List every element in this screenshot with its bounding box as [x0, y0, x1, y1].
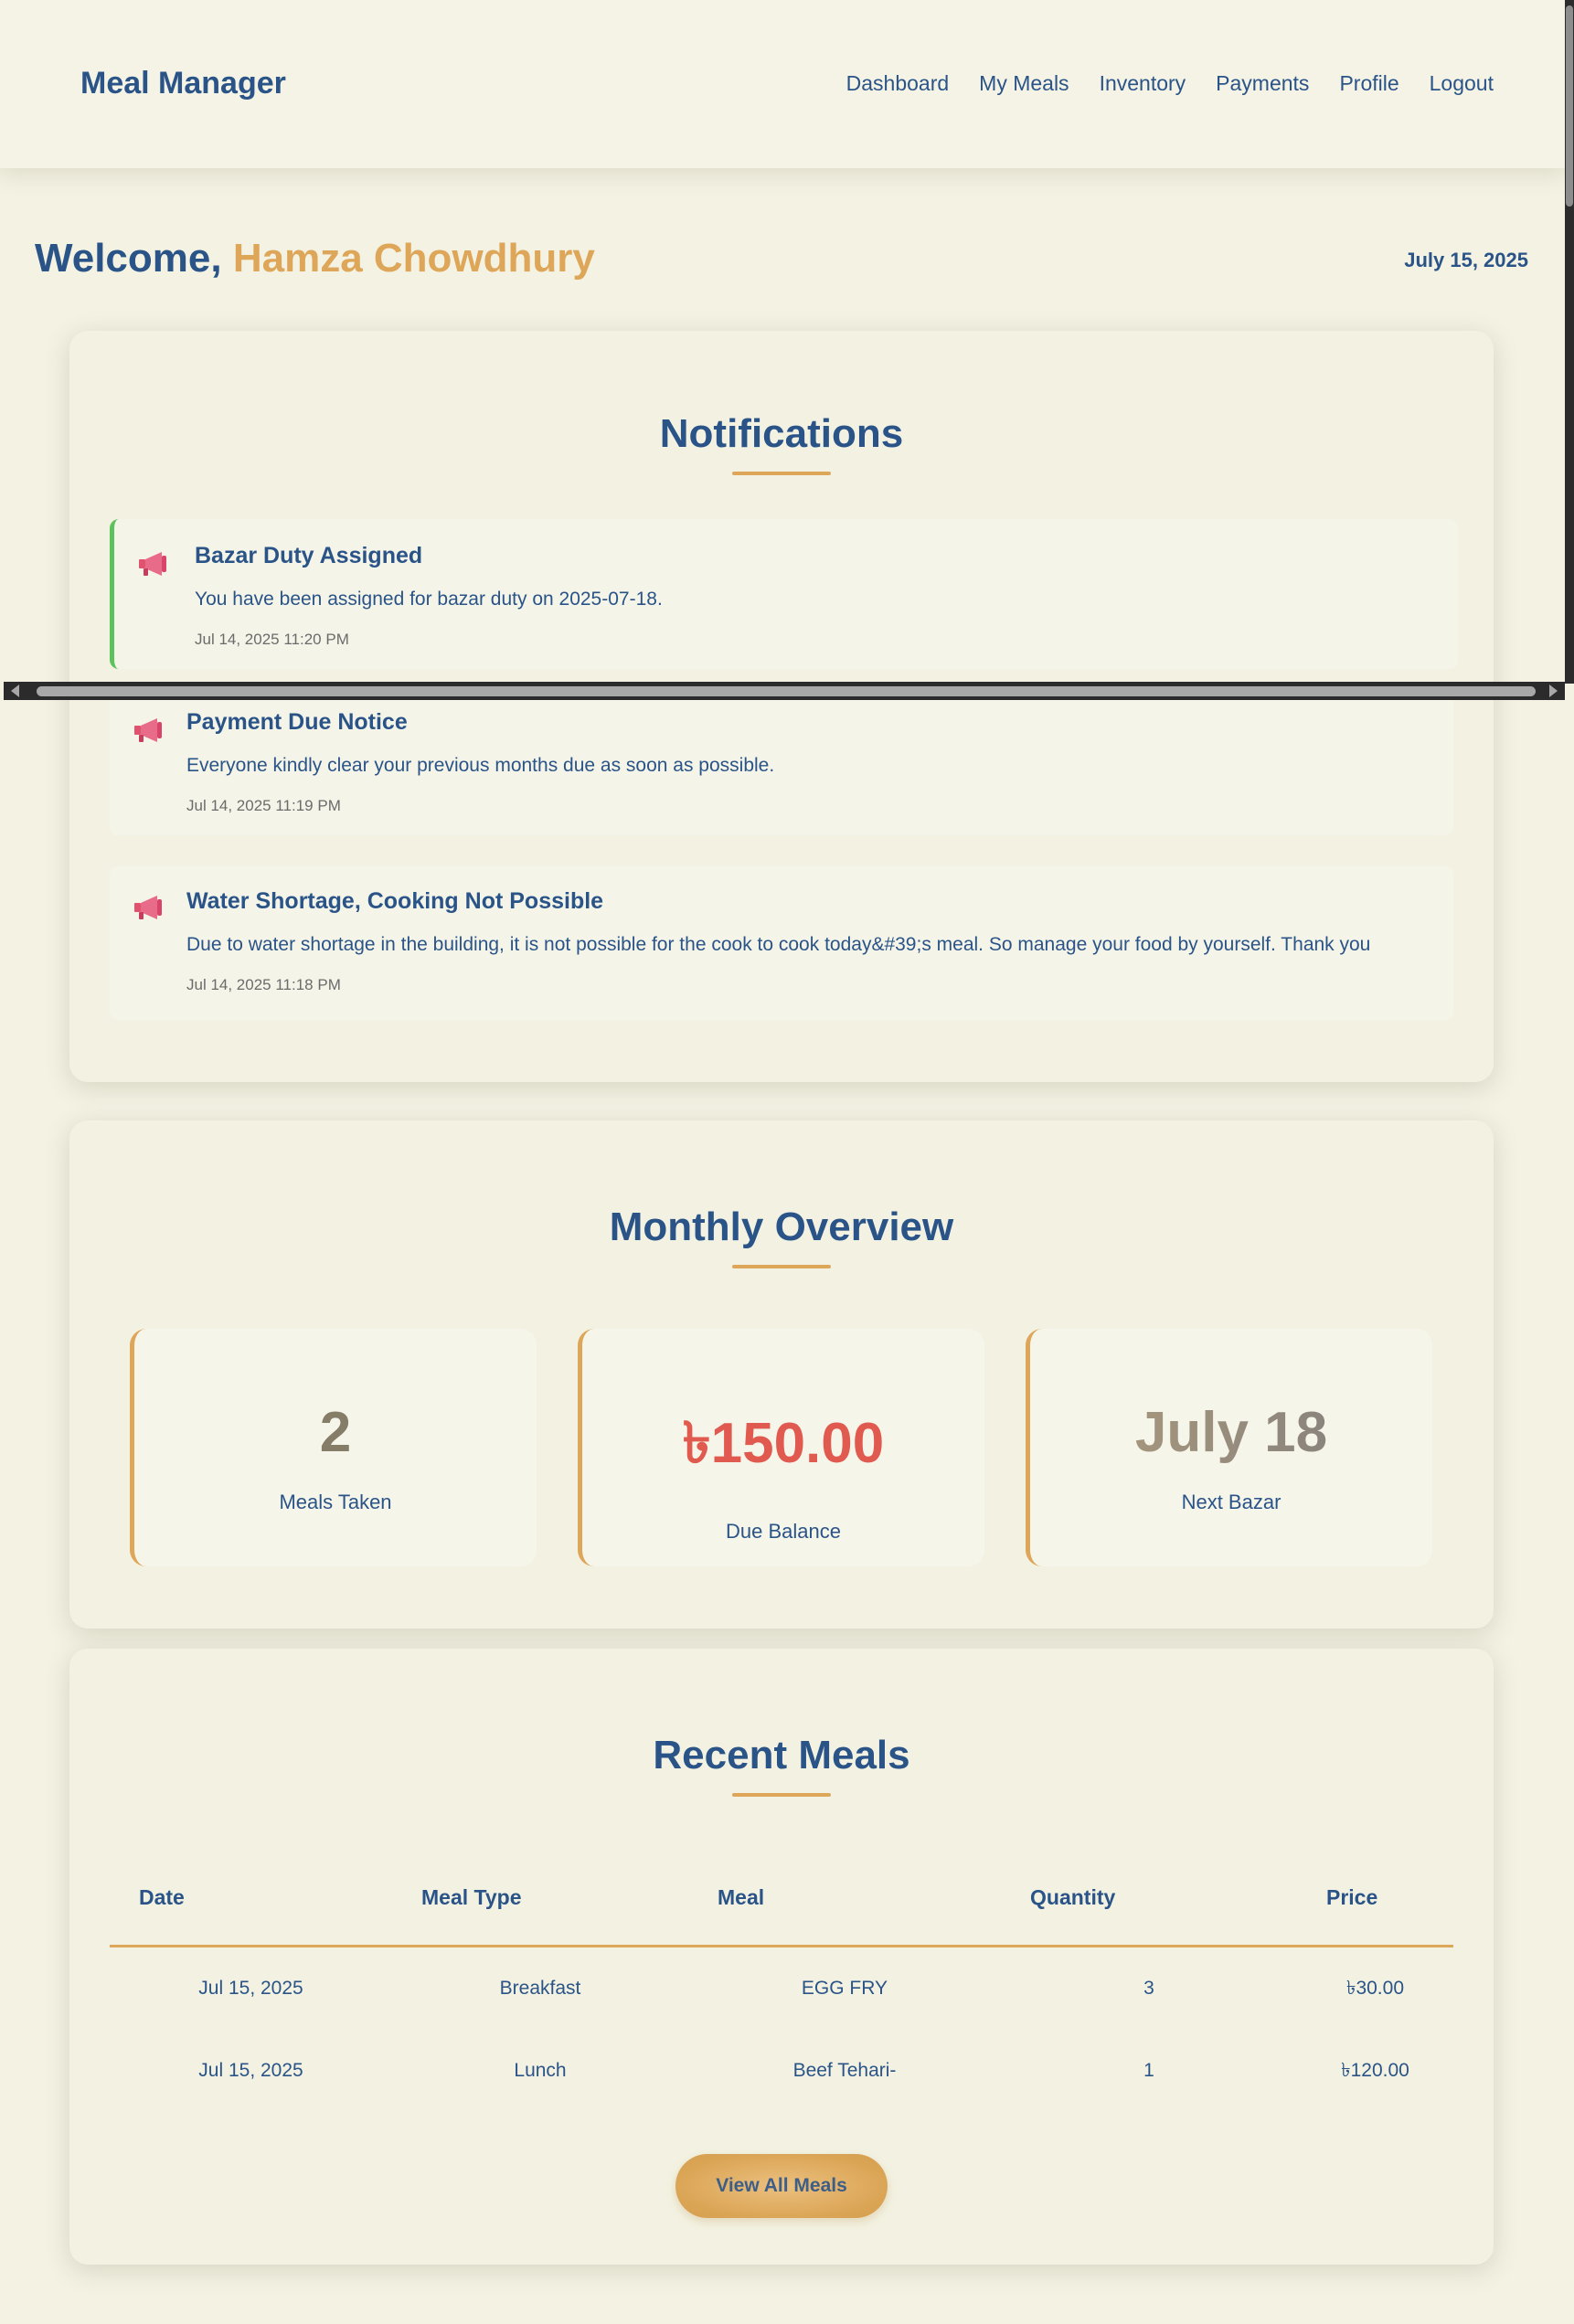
- vertical-scrollbar-thumb[interactable]: [1566, 5, 1573, 207]
- nav-profile[interactable]: Profile: [1339, 71, 1399, 96]
- recent-meals-card: Recent Meals Date Meal Type Meal Quantit…: [69, 1649, 1494, 2265]
- title-underline: [732, 1265, 831, 1268]
- welcome-greeting: Welcome,: [35, 236, 222, 281]
- notifications-card: Notifications Bazar Duty Assigned You ha…: [69, 331, 1494, 1082]
- cell-meal: EGG FRY: [801, 1978, 888, 1999]
- stat-next-bazar: July 18 Next Bazar: [1026, 1329, 1432, 1566]
- stat-label: Meals Taken: [279, 1491, 392, 1513]
- notification-title: Bazar Duty Assigned: [195, 543, 423, 568]
- user-name: Hamza Chowdhury: [232, 236, 595, 281]
- overview-title: Monthly Overview: [609, 1204, 954, 1249]
- cell-meal-type: Breakfast: [499, 1978, 581, 1999]
- cell-quantity: 1: [1143, 2060, 1154, 2081]
- horizontal-scrollbar-thumb[interactable]: [37, 686, 1536, 696]
- cell-quantity: 3: [1143, 1978, 1154, 1999]
- stat-value: 2: [319, 1401, 352, 1464]
- brand-logo[interactable]: Meal Manager: [80, 66, 286, 101]
- title-underline: [732, 1793, 831, 1797]
- horizontal-scrollbar[interactable]: [4, 682, 1565, 700]
- recent-meals-table: Date Meal Type Meal Quantity Price Jul 1…: [110, 1850, 1453, 2112]
- cell-meal-type: Lunch: [514, 2060, 567, 2081]
- nav-my-meals[interactable]: My Meals: [979, 71, 1069, 96]
- scroll-left-arrow-icon[interactable]: [11, 684, 19, 697]
- stat-meals-taken: 2 Meals Taken: [130, 1329, 537, 1566]
- notification-item[interactable]: Bazar Duty Assigned You have been assign…: [110, 519, 1458, 669]
- nav-logout[interactable]: Logout: [1430, 71, 1494, 96]
- scroll-right-arrow-icon[interactable]: [1549, 684, 1558, 697]
- stat-value: ৳150.00: [682, 1412, 885, 1475]
- column-header-price: Price: [1297, 1850, 1453, 1947]
- notifications-title: Notifications: [659, 411, 904, 456]
- megaphone-icon: [139, 552, 166, 576]
- top-navbar: Meal Manager Dashboard My Meals Inventor…: [0, 0, 1565, 168]
- current-date: July 15, 2025: [1404, 249, 1528, 271]
- notification-time: Jul 14, 2025 11:20 PM: [195, 631, 349, 648]
- view-all-meals-button[interactable]: View All Meals: [675, 2154, 888, 2218]
- cell-price: ৳120.00: [1341, 2059, 1409, 2081]
- column-header-meal-type: Meal Type: [392, 1850, 688, 1947]
- vertical-scrollbar[interactable]: [1565, 0, 1574, 684]
- notification-time: Jul 14, 2025 11:19 PM: [186, 797, 341, 814]
- title-underline: [732, 472, 831, 475]
- notification-message: You have been assigned for bazar duty on…: [195, 589, 663, 610]
- main-nav: Dashboard My Meals Inventory Payments Pr…: [846, 71, 1494, 96]
- monthly-overview-card: Monthly Overview 2 Meals Taken ৳150.00 D…: [69, 1120, 1494, 1629]
- recent-meals-title: Recent Meals: [653, 1733, 910, 1777]
- cell-date: Jul 15, 2025: [198, 2060, 303, 2081]
- table-row: Jul 15, 2025 Lunch Beef Tehari- 1 ৳120.0…: [110, 2030, 1453, 2112]
- column-header-quantity: Quantity: [1001, 1850, 1297, 1947]
- cell-price: ৳30.00: [1345, 1977, 1404, 1999]
- stat-label: Next Bazar: [1181, 1491, 1282, 1513]
- megaphone-icon: [134, 718, 162, 742]
- table-row: Jul 15, 2025 Breakfast EGG FRY 3 ৳30.00: [110, 1947, 1453, 2031]
- welcome-heading: Welcome, Hamza Chowdhury: [35, 236, 595, 281]
- table-header-row: Date Meal Type Meal Quantity Price: [110, 1850, 1453, 1947]
- nav-payments[interactable]: Payments: [1216, 71, 1309, 96]
- notification-time: Jul 14, 2025 11:18 PM: [186, 976, 341, 993]
- stat-value: July 18: [1030, 1400, 1432, 1465]
- stat-label: Due Balance: [726, 1520, 841, 1543]
- notification-item[interactable]: Water Shortage, Cooking Not Possible Due…: [110, 866, 1453, 1020]
- notification-message: Everyone kindly clear your previous mont…: [186, 755, 775, 776]
- notification-title: Water Shortage, Cooking Not Possible: [186, 888, 604, 914]
- notification-title: Payment Due Notice: [186, 709, 408, 735]
- notification-item[interactable]: Payment Due Notice Everyone kindly clear…: [110, 689, 1453, 835]
- cell-meal: Beef Tehari-: [792, 2060, 897, 2081]
- nav-inventory[interactable]: Inventory: [1100, 71, 1186, 96]
- column-header-date: Date: [110, 1850, 392, 1947]
- nav-dashboard[interactable]: Dashboard: [846, 71, 950, 96]
- column-header-meal: Meal: [688, 1850, 1001, 1947]
- notification-message: Due to water shortage in the building, i…: [186, 934, 1371, 955]
- cell-date: Jul 15, 2025: [198, 1978, 303, 1999]
- stat-due-balance: ৳150.00 Due Balance: [578, 1329, 984, 1566]
- megaphone-icon: [134, 896, 162, 919]
